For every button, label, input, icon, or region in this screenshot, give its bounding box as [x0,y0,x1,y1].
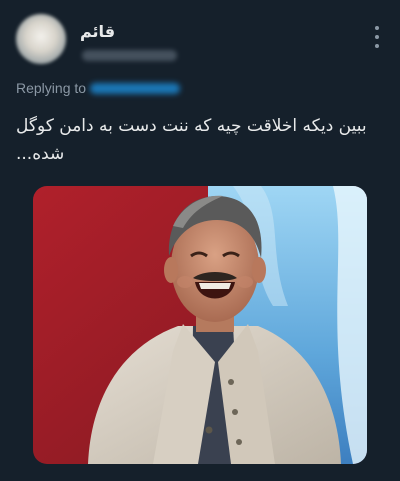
more-dot [375,35,379,39]
replying-to-label: Replying to [16,80,87,96]
more-vertical-icon[interactable] [374,26,380,48]
more-dot [375,44,379,48]
more-dot [375,26,379,30]
author-name[interactable]: قائم [80,22,144,41]
replying-to: Replying to [16,80,181,96]
tweet-image[interactable] [33,186,367,464]
author-handle-redacted [82,50,177,61]
tweet-text: ببین دیکه اخلاقت چیه که ننت دست به دامن … [16,116,367,164]
tweet: قائم Replying to ببین دیکه اخلاقت چیه که… [0,0,400,481]
replying-to-handle-redacted[interactable] [90,82,181,94]
avatar[interactable] [16,14,66,64]
